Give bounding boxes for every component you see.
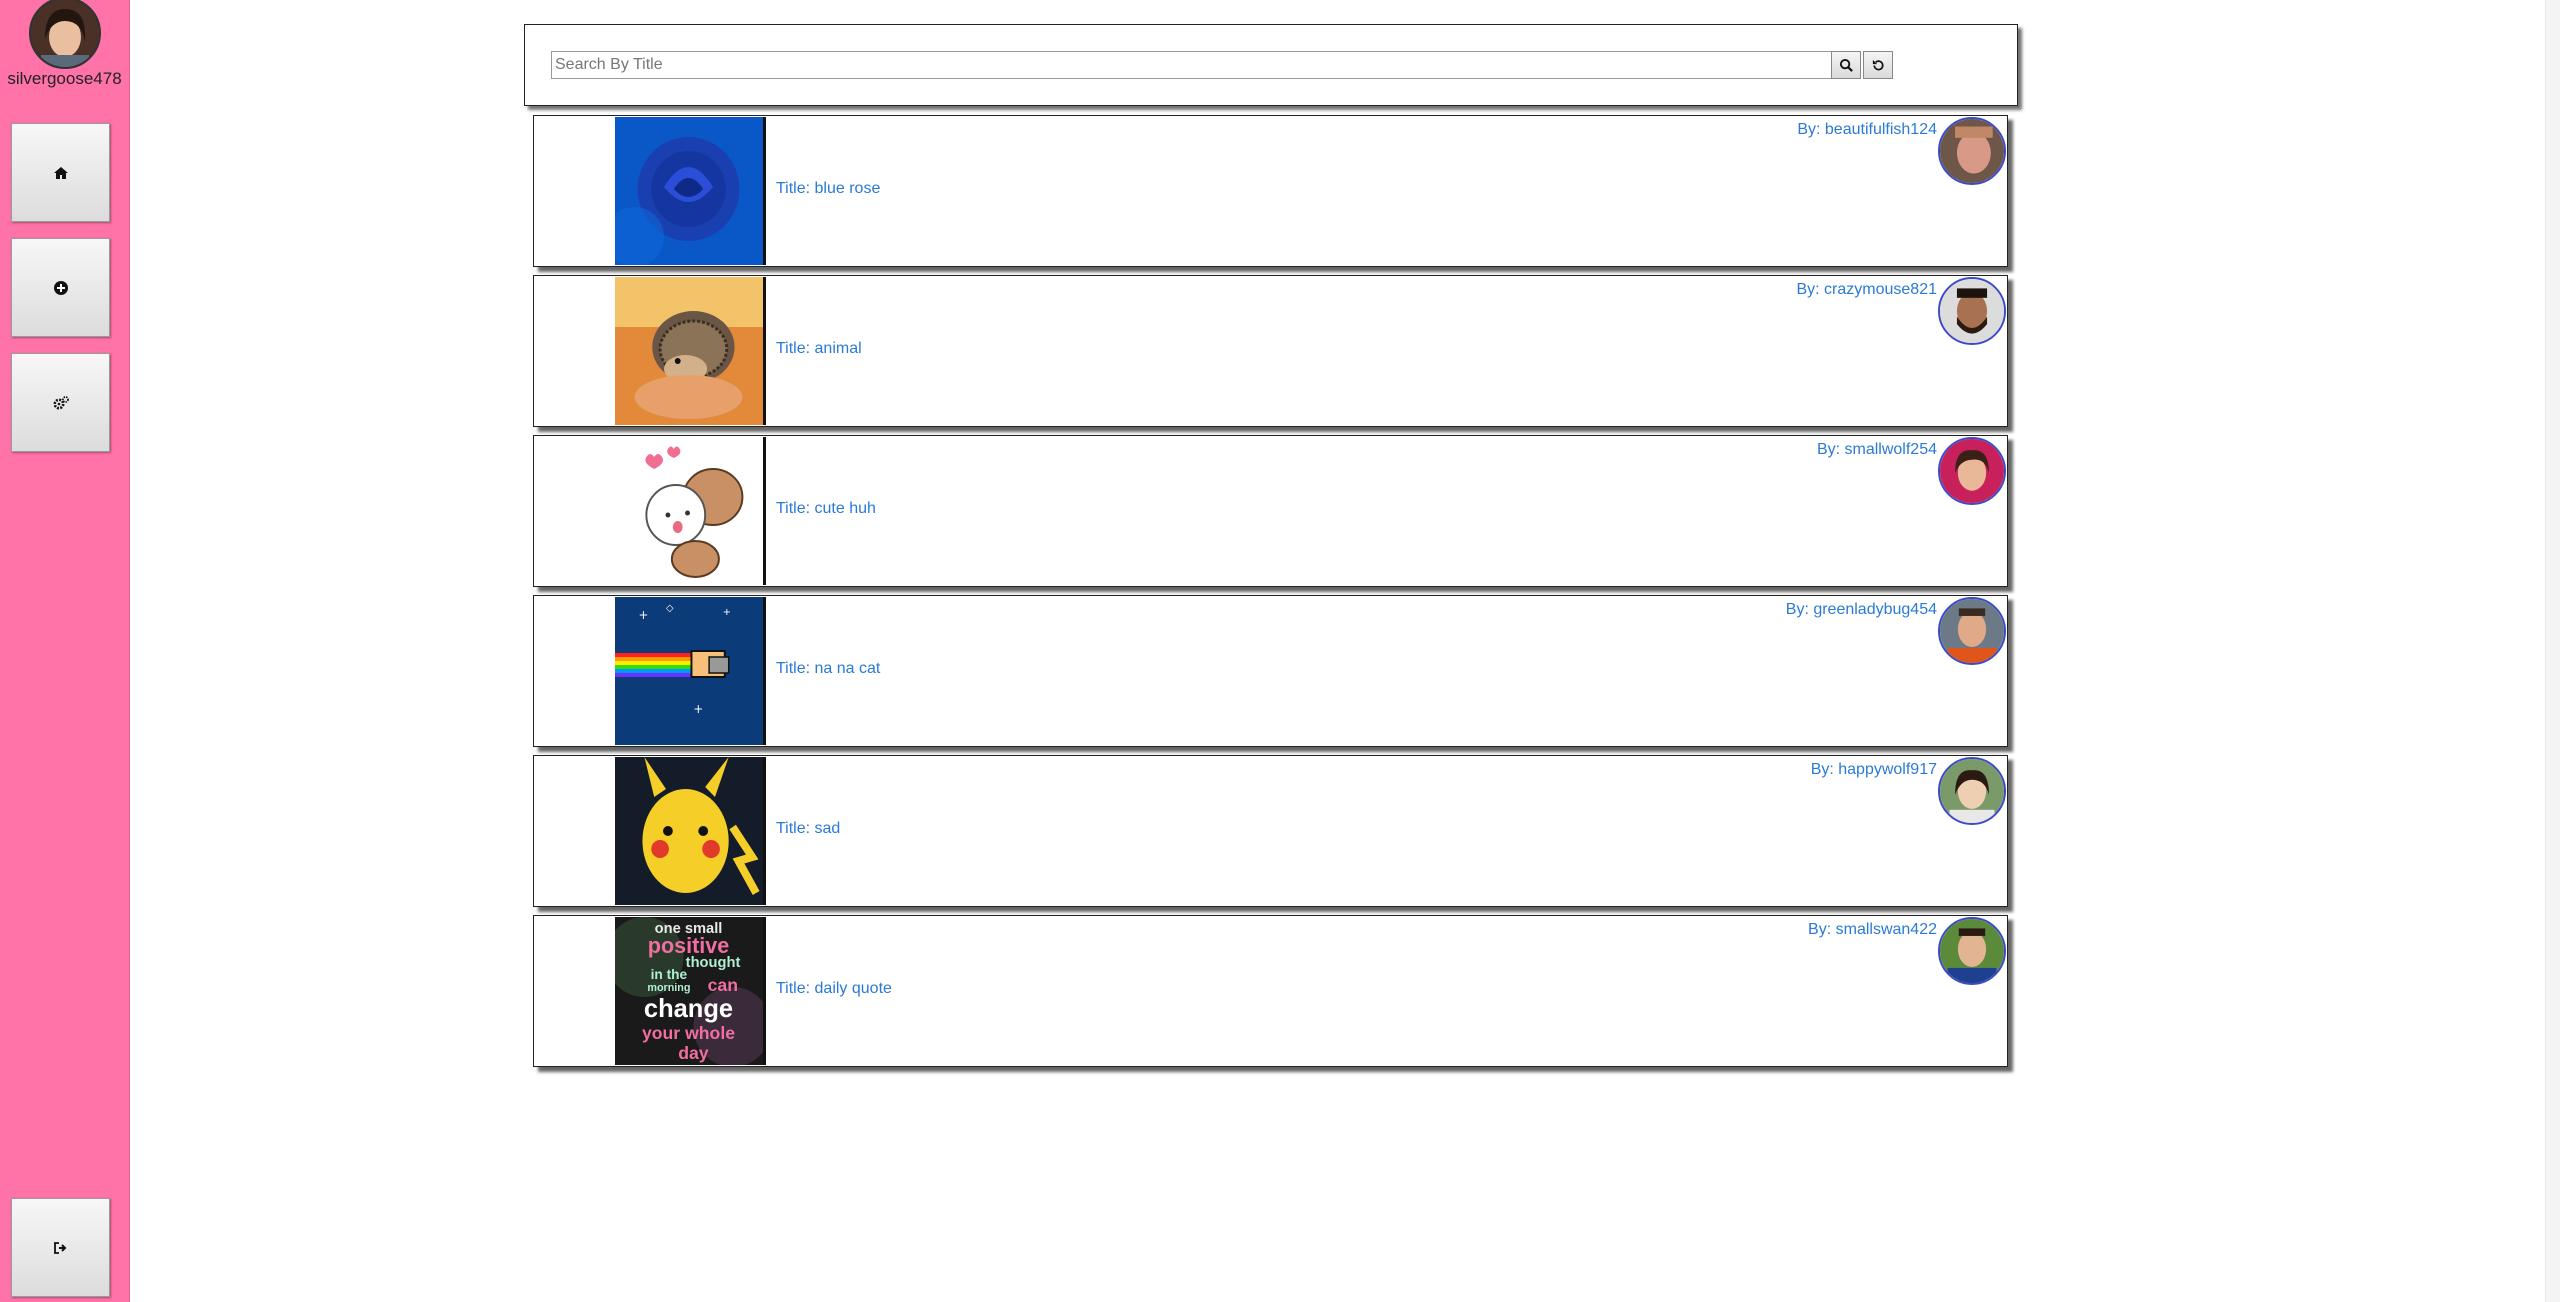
post-title[interactable]: Title: cute huh xyxy=(776,500,876,518)
sign-out-icon xyxy=(53,1241,66,1254)
post-image[interactable] xyxy=(615,277,766,425)
svg-text:can: can xyxy=(708,975,738,995)
reset-button[interactable] xyxy=(1863,51,1893,79)
author-avatar[interactable] xyxy=(1938,117,2006,185)
post-card[interactable]: Title: animal By: crazymouse821 xyxy=(533,275,2008,427)
svg-text:+: + xyxy=(639,608,649,622)
post-image[interactable] xyxy=(615,757,766,905)
post-card[interactable]: Title: blue rose By: beautifulfish124 xyxy=(533,115,2008,267)
svg-text:change: change xyxy=(644,995,733,1023)
author-avatar[interactable] xyxy=(1938,917,2006,985)
svg-text:+: + xyxy=(693,702,703,716)
plus-circle-icon xyxy=(53,280,68,295)
post-card[interactable]: + + + ◇ Title: na na cat By: greenladybu… xyxy=(533,595,2008,747)
post-image[interactable]: one small positive thought in the mornin… xyxy=(615,917,766,1065)
sidebar: silvergoose478 xyxy=(0,0,130,1302)
svg-text:in the: in the xyxy=(651,966,688,982)
sidebar-username: silvergoose478 xyxy=(7,69,122,88)
search-icon xyxy=(1839,58,1853,72)
author-avatar[interactable] xyxy=(1938,277,2006,345)
search-panel xyxy=(524,24,2018,106)
post-title[interactable]: Title: daily quote xyxy=(776,980,892,998)
search-input[interactable] xyxy=(551,51,1855,79)
svg-text:your whole: your whole xyxy=(642,1023,735,1043)
svg-text:thought: thought xyxy=(686,955,741,971)
search-button[interactable] xyxy=(1831,51,1861,79)
post-image[interactable] xyxy=(615,437,766,585)
logout-button[interactable] xyxy=(11,1198,110,1297)
post-title[interactable]: Title: animal xyxy=(776,340,862,358)
post-author[interactable]: By: beautifulfish124 xyxy=(1797,121,1937,139)
post-title[interactable]: Title: na na cat xyxy=(776,660,880,678)
author-avatar[interactable] xyxy=(1938,597,2006,665)
svg-text:morning: morning xyxy=(647,982,690,994)
post-card[interactable]: one small positive thought in the mornin… xyxy=(533,915,2008,1067)
post-author[interactable]: By: happywolf917 xyxy=(1811,761,1937,779)
post-author[interactable]: By: crazymouse821 xyxy=(1796,281,1937,299)
post-image[interactable]: + + + ◇ xyxy=(615,597,766,745)
settings-button[interactable] xyxy=(11,353,110,452)
svg-text:+: + xyxy=(723,607,731,618)
home-icon xyxy=(53,166,68,179)
scrollbar[interactable] xyxy=(2545,0,2560,1302)
post-title[interactable]: Title: blue rose xyxy=(776,180,880,198)
post-author[interactable]: By: smallwolf254 xyxy=(1817,441,1937,459)
post-title[interactable]: Title: sad xyxy=(776,820,840,838)
current-user-avatar[interactable] xyxy=(29,0,101,69)
svg-text:◇: ◇ xyxy=(666,603,674,614)
author-avatar[interactable] xyxy=(1938,437,2006,505)
post-card[interactable]: Title: cute huh By: smallwolf254 xyxy=(533,435,2008,587)
home-button[interactable] xyxy=(11,123,110,222)
refresh-icon xyxy=(1872,59,1884,70)
post-author[interactable]: By: smallswan422 xyxy=(1808,921,1937,939)
gears-icon xyxy=(53,395,69,409)
post-card[interactable]: Title: sad By: happywolf917 xyxy=(533,755,2008,907)
post-author[interactable]: By: greenladybug454 xyxy=(1786,601,1937,619)
add-post-button[interactable] xyxy=(11,238,110,337)
svg-text:day: day xyxy=(678,1043,708,1063)
post-image[interactable] xyxy=(615,117,766,265)
author-avatar[interactable] xyxy=(1938,757,2006,825)
